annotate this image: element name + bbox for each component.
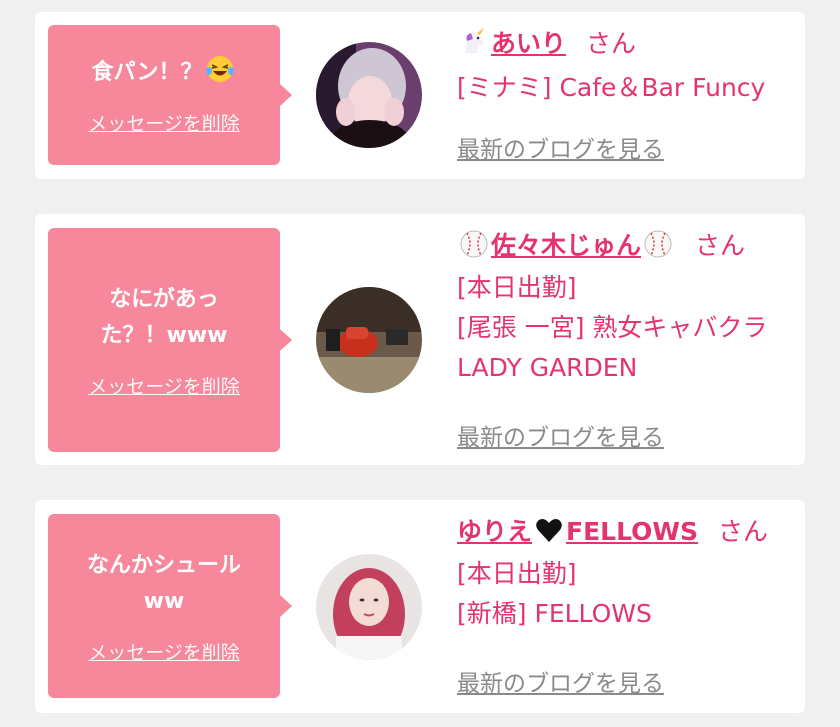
profile-info: 佐々木じゅん さん [本日出勤] [尾張 一宮] 熟女キャバクラ LADY GAR…: [457, 228, 797, 388]
shop-line: [尾張 一宮] 熟女キャバクラ LADY GARDEN: [457, 313, 768, 382]
latest-blog-link[interactable]: 最新のブログを見る: [457, 130, 664, 164]
message-card: なにがあった？！www メッセージを削除 佐々木じゅん さん [本日出勤] [尾張…: [35, 214, 805, 465]
profile-name-link[interactable]: ゆりえ FELLOWS: [457, 517, 698, 546]
status-line: [本日出勤]: [457, 559, 577, 588]
message-bubble: なんかシュールww メッセージを削除: [48, 514, 292, 698]
avatar-photo: [316, 554, 422, 660]
delete-message-link[interactable]: メッセージを削除: [88, 638, 240, 665]
latest-blog-link[interactable]: 最新のブログを見る: [457, 664, 664, 698]
message-card: 食パン！？ メッセージを削除 あいり さん [ミナミ] Cafe＆Bar Func…: [35, 12, 805, 179]
profile-name-link[interactable]: あいり: [457, 28, 566, 58]
profile-info: あいり さん [ミナミ] Cafe＆Bar Funcy: [457, 26, 797, 108]
shop-line: [ミナミ] Cafe＆Bar Funcy: [457, 73, 766, 102]
avatar[interactable]: [316, 287, 422, 393]
name-row: あいり さん: [457, 26, 797, 62]
latest-blog-link[interactable]: 最新のブログを見る: [457, 418, 664, 452]
unicorn-icon: [465, 28, 484, 53]
name-row: ゆりえ FELLOWS さん: [457, 514, 797, 550]
honorific: さん: [717, 517, 768, 546]
laughing-tears-emoji-icon: [205, 56, 234, 82]
message-text: なんかシュールww: [86, 552, 241, 614]
avatar-photo: [316, 287, 422, 393]
message-bubble: 食パン！？ メッセージを削除: [48, 25, 292, 165]
avatar[interactable]: [316, 554, 422, 660]
delete-message-link[interactable]: メッセージを削除: [88, 372, 240, 399]
shop-line: [新橋] FELLOWS: [457, 599, 652, 628]
honorific: さん: [586, 29, 637, 58]
message-text: なにがあった？！www: [100, 286, 228, 348]
profile-info: ゆりえ FELLOWS さん [本日出勤] [新橋] FELLOWS: [457, 514, 797, 634]
delete-message-link[interactable]: メッセージを削除: [88, 109, 240, 136]
message-card: なんかシュールww メッセージを削除 ゆりえ FELLOWS さん [本日出勤] […: [35, 500, 805, 713]
baseball-icon: [460, 230, 488, 258]
name-row: 佐々木じゅん さん: [457, 228, 797, 264]
baseball-icon: [644, 230, 672, 258]
message-bubble: なにがあった？！www メッセージを削除: [48, 228, 292, 452]
profile-name-link[interactable]: 佐々木じゅん: [457, 230, 675, 260]
avatar-photo: [316, 42, 422, 148]
avatar[interactable]: [316, 42, 422, 148]
honorific: さん: [695, 231, 746, 260]
message-text: 食パン！？: [81, 54, 246, 91]
black-heart-icon: [536, 519, 562, 542]
status-line: [本日出勤]: [457, 273, 577, 302]
